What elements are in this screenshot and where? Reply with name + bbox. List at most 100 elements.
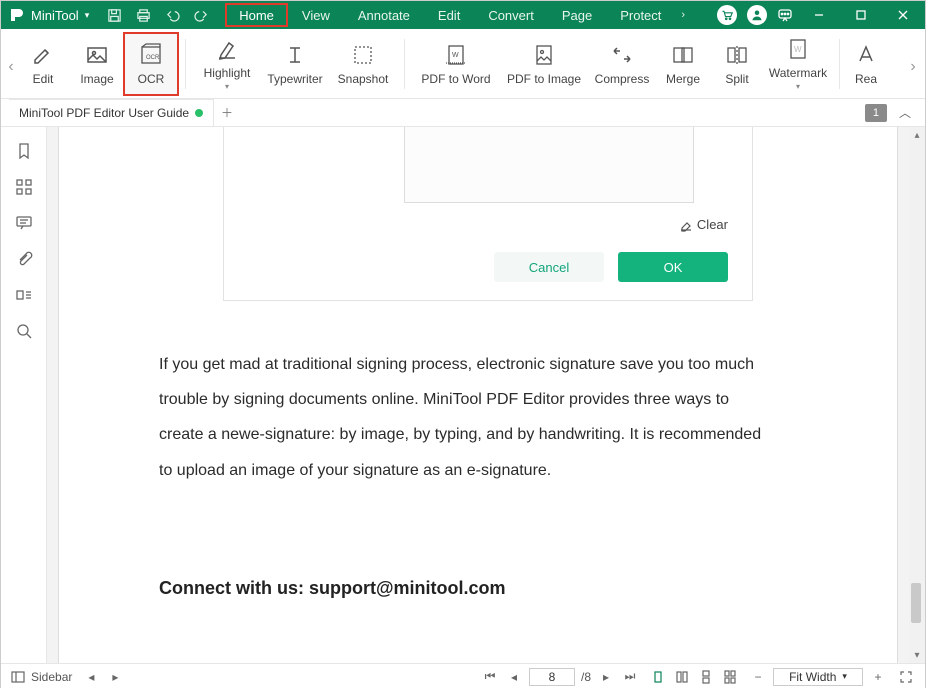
view-mode-group bbox=[649, 668, 739, 686]
scrollbar-track[interactable] bbox=[909, 143, 925, 647]
ribbon-typewriter[interactable]: Typewriter bbox=[262, 34, 328, 94]
menu-protect[interactable]: Protect bbox=[606, 3, 675, 27]
sidebar-label: Sidebar bbox=[31, 670, 72, 684]
ribbon-label: PDF to Image bbox=[507, 72, 581, 86]
svg-text:W: W bbox=[452, 52, 459, 59]
ribbon-highlight[interactable]: Highlight ▾ bbox=[194, 34, 260, 94]
ribbon-image[interactable]: Image bbox=[71, 34, 123, 94]
chevron-down-icon: ▾ bbox=[796, 82, 800, 91]
zoom-select[interactable]: Fit Width ▾ bbox=[773, 668, 863, 686]
ribbon-watermark[interactable]: W Watermark ▾ bbox=[765, 34, 831, 94]
close-button[interactable] bbox=[887, 1, 919, 29]
clear-button[interactable]: Clear bbox=[697, 217, 728, 232]
brand-dropdown-icon[interactable]: ▾ bbox=[85, 10, 90, 21]
scroll-down-icon[interactable]: ▾ bbox=[909, 647, 925, 663]
ribbon-label: OCR bbox=[138, 72, 165, 86]
ribbon-scroll-right[interactable]: › bbox=[905, 54, 921, 80]
redo-icon[interactable] bbox=[194, 8, 209, 23]
ribbon-pdf-to-word[interactable]: W PDF to Word bbox=[413, 34, 499, 94]
ribbon-split[interactable]: Split bbox=[711, 34, 763, 94]
fullscreen-icon[interactable] bbox=[897, 668, 915, 686]
menu-annotate[interactable]: Annotate bbox=[344, 3, 424, 27]
print-icon[interactable] bbox=[136, 8, 151, 23]
menu-convert[interactable]: Convert bbox=[474, 3, 548, 27]
signature-dialog-fragment: Clear Cancel OK bbox=[223, 127, 753, 301]
zoom-controls: − Fit Width ▾ + bbox=[749, 668, 887, 686]
view-two-page-icon[interactable] bbox=[673, 668, 691, 686]
zoom-out-icon[interactable]: − bbox=[749, 668, 767, 686]
page-number-input[interactable] bbox=[529, 668, 575, 686]
prev-page-icon[interactable]: ◂ bbox=[505, 668, 523, 686]
ribbon-merge[interactable]: Merge bbox=[657, 34, 709, 94]
ribbon-edit[interactable]: Edit bbox=[17, 34, 69, 94]
feedback-icon[interactable] bbox=[777, 7, 793, 23]
typewriter-icon bbox=[282, 42, 308, 68]
collapse-ribbon-icon[interactable]: ︿ bbox=[893, 104, 917, 121]
save-icon[interactable] bbox=[107, 8, 122, 23]
ribbon-ocr[interactable]: OCR OCR bbox=[125, 34, 177, 94]
merge-icon bbox=[670, 42, 696, 68]
minimize-button[interactable] bbox=[803, 1, 835, 29]
menu-home[interactable]: Home bbox=[225, 3, 288, 27]
ribbon-label: Rea bbox=[855, 72, 877, 86]
ribbon-label: Typewriter bbox=[267, 72, 322, 86]
new-tab-button[interactable]: ＋ bbox=[214, 104, 240, 121]
main-area: Clear Cancel OK If you get mad at tradit… bbox=[1, 127, 925, 663]
ribbon-label: Merge bbox=[666, 72, 700, 86]
contact-heading: Connect with us: support@minitool.com bbox=[59, 488, 897, 599]
ribbon-separator bbox=[185, 39, 186, 89]
first-page-icon[interactable]: ⏮ bbox=[481, 668, 499, 686]
ribbon-toolbar: ‹ Edit Image OCR OCR Highlight ▾ Typewri… bbox=[1, 29, 925, 99]
next-page-icon[interactable]: ▸ bbox=[597, 668, 615, 686]
view-continuous-two-icon[interactable] bbox=[721, 668, 739, 686]
ribbon-compress[interactable]: Compress bbox=[589, 34, 655, 94]
ribbon-label: Watermark bbox=[769, 66, 827, 80]
nav-next-section-icon[interactable]: ▸ bbox=[106, 668, 124, 686]
user-icon[interactable] bbox=[747, 5, 767, 25]
search-icon[interactable] bbox=[14, 321, 34, 341]
thumbnails-icon[interactable] bbox=[14, 177, 34, 197]
scroll-up-icon[interactable]: ▴ bbox=[909, 127, 925, 143]
brand: MiniTool ▾ bbox=[1, 7, 97, 23]
fields-icon[interactable] bbox=[14, 285, 34, 305]
ribbon-snapshot[interactable]: Snapshot bbox=[330, 34, 396, 94]
attachments-icon[interactable] bbox=[14, 249, 34, 269]
status-bar: Sidebar ◂ ▸ ⏮ ◂ /8 ▸ ⏭ − Fit Width ▾ + bbox=[1, 663, 925, 689]
watermark-icon: W bbox=[785, 36, 811, 62]
ribbon-pdf-to-image[interactable]: PDF to Image bbox=[501, 34, 587, 94]
last-page-icon[interactable]: ⏭ bbox=[621, 668, 639, 686]
nav-prev-section-icon[interactable]: ◂ bbox=[82, 668, 100, 686]
menu-page[interactable]: Page bbox=[548, 3, 606, 27]
undo-icon[interactable] bbox=[165, 8, 180, 23]
ribbon-label: Split bbox=[725, 72, 748, 86]
document-tab[interactable]: MiniTool PDF Editor User Guide bbox=[9, 99, 214, 127]
menu-view[interactable]: View bbox=[288, 3, 344, 27]
bookmarks-icon[interactable] bbox=[14, 141, 34, 161]
zoom-in-icon[interactable]: + bbox=[869, 668, 887, 686]
app-name: MiniTool bbox=[31, 8, 79, 23]
ribbon-label: Highlight bbox=[204, 66, 251, 80]
ok-button[interactable]: OK bbox=[618, 252, 728, 282]
view-single-page-icon[interactable] bbox=[649, 668, 667, 686]
ribbon-read[interactable]: Rea bbox=[848, 34, 884, 94]
body-paragraph: If you get mad at traditional signing pr… bbox=[59, 301, 897, 488]
split-icon bbox=[724, 42, 750, 68]
tab-title: MiniTool PDF Editor User Guide bbox=[19, 106, 189, 120]
cart-icon[interactable] bbox=[717, 5, 737, 25]
compress-icon bbox=[609, 42, 635, 68]
sidebar-toggle[interactable]: Sidebar bbox=[11, 670, 72, 684]
scrollbar-thumb[interactable] bbox=[911, 583, 921, 623]
comments-icon[interactable] bbox=[14, 213, 34, 233]
vertical-scrollbar[interactable]: ▴ ▾ bbox=[909, 127, 925, 663]
erase-icon[interactable] bbox=[679, 218, 693, 232]
menu-bar: Home View Annotate Edit Convert Page Pro… bbox=[225, 3, 691, 27]
maximize-button[interactable] bbox=[845, 1, 877, 29]
menu-edit[interactable]: Edit bbox=[424, 3, 474, 27]
pdf-to-word-icon: W bbox=[443, 42, 469, 68]
view-continuous-icon[interactable] bbox=[697, 668, 715, 686]
menu-overflow-icon[interactable]: › bbox=[675, 9, 691, 21]
document-viewport[interactable]: Clear Cancel OK If you get mad at tradit… bbox=[47, 127, 925, 663]
ribbon-scroll-left[interactable]: ‹ bbox=[3, 54, 19, 80]
cancel-button[interactable]: Cancel bbox=[494, 252, 604, 282]
app-logo-icon bbox=[9, 7, 25, 23]
